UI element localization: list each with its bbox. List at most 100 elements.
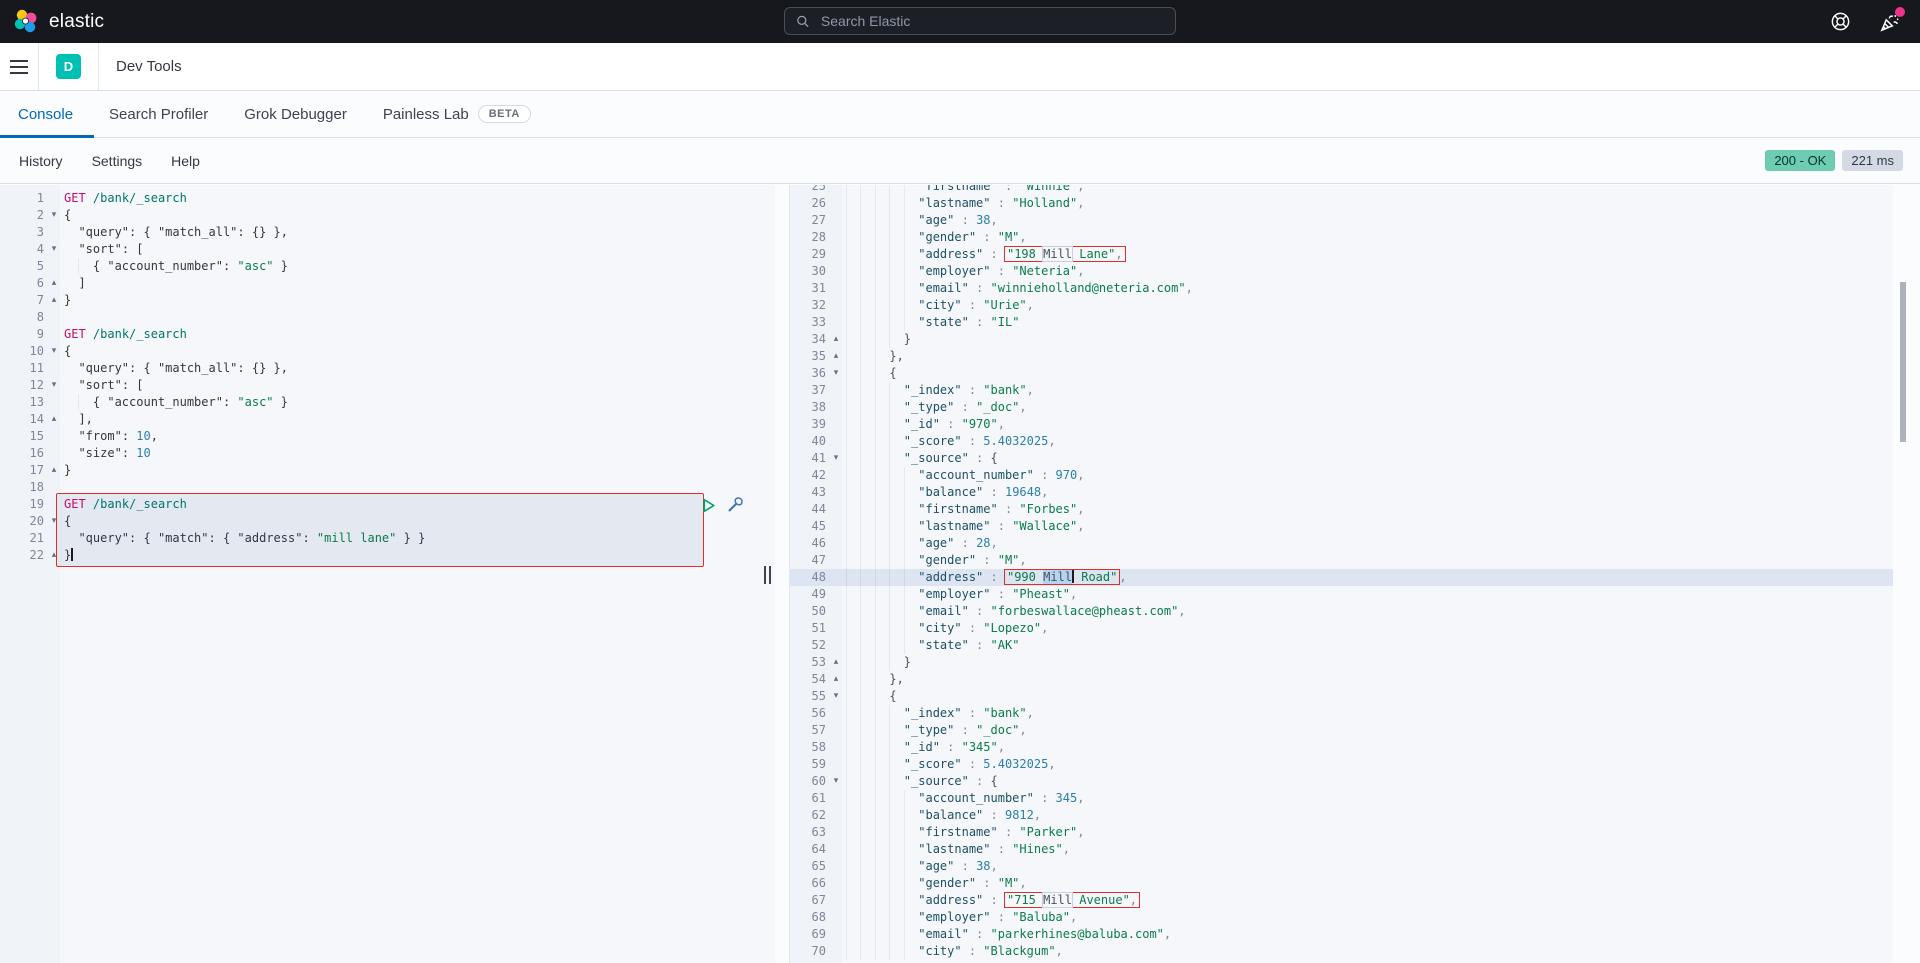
code-segment: , xyxy=(1130,893,1137,907)
elastic-logo-icon xyxy=(13,9,39,35)
fold-close-icon[interactable]: ▴ xyxy=(44,292,64,309)
fold-close-icon[interactable]: ▴ xyxy=(826,671,846,688)
indent-guide xyxy=(889,246,890,263)
fold-open-icon[interactable]: ▾ xyxy=(44,513,64,530)
indent-guide xyxy=(875,433,876,450)
line-number: 56 xyxy=(790,705,826,722)
newsfeed-button[interactable] xyxy=(1878,11,1900,33)
line-number: 31 xyxy=(790,280,826,297)
request-options-wrench-button[interactable] xyxy=(726,497,743,514)
indent-guide xyxy=(860,331,861,348)
indent-guide xyxy=(875,212,876,229)
send-request-play-button[interactable] xyxy=(700,497,717,514)
line-number: 8 xyxy=(0,309,44,326)
toolbar-menu-help[interactable]: Help xyxy=(171,153,200,169)
code-segment: : xyxy=(223,395,237,409)
code-segment: , xyxy=(1019,230,1026,244)
code-line-7: 7▴} xyxy=(0,292,775,309)
line-number: 22 xyxy=(0,547,44,564)
request-code-lines[interactable]: 1GET /bank/_search2▾{3 "query": { "match… xyxy=(0,185,775,564)
code-line-21: 21 "query": { "match": { "address": "mil… xyxy=(0,530,775,547)
code-text: "balance" : 19648, xyxy=(846,484,1893,501)
code-line-10: 10▾{ xyxy=(0,343,775,360)
indent-guide xyxy=(889,875,890,892)
tab-console[interactable]: Console xyxy=(18,106,73,123)
indent-guide xyxy=(875,688,876,705)
tab-search-profiler[interactable]: Search Profiler xyxy=(109,106,208,123)
code-segment: : { xyxy=(209,531,238,545)
response-viewer-panel[interactable]: 25 "firstname" : "Winnie",26 "lastname" … xyxy=(790,185,1893,963)
code-segment xyxy=(846,185,918,193)
fold-close-icon[interactable]: ▴ xyxy=(44,547,64,564)
indent-guide xyxy=(875,841,876,858)
request-editor-panel[interactable]: 1GET /bank/_search2▾{3 "query": { "match… xyxy=(0,185,775,963)
fold-open-icon[interactable]: ▾ xyxy=(44,207,64,224)
code-segment: : xyxy=(991,519,1013,533)
code-segment: "firstname" xyxy=(918,825,997,839)
tab-grok-debugger[interactable]: Grok Debugger xyxy=(244,106,347,123)
indent-guide xyxy=(904,484,905,501)
code-segment: : xyxy=(969,638,991,652)
code-line-34: 34▴ } xyxy=(790,331,1893,348)
code-segment: "lastname" xyxy=(918,519,990,533)
fold-open-icon[interactable]: ▾ xyxy=(44,377,64,394)
code-segment: 10 xyxy=(136,446,150,460)
tab-painless-lab[interactable]: Painless LabBETA xyxy=(383,105,531,123)
fold-spacer xyxy=(826,399,846,416)
code-segment xyxy=(846,485,918,499)
panel-resize-handle[interactable] xyxy=(764,566,771,584)
code-text: "age" : 28, xyxy=(846,535,1893,552)
code-segment: , xyxy=(1019,553,1026,567)
indent-guide xyxy=(875,807,876,824)
line-number: 26 xyxy=(790,195,826,212)
indent-guide xyxy=(860,586,861,603)
code-segment: , xyxy=(1077,185,1084,193)
fold-open-icon[interactable]: ▾ xyxy=(826,773,846,790)
fold-close-icon[interactable]: ▴ xyxy=(44,275,64,292)
code-segment: : xyxy=(954,859,976,873)
code-segment: "parkerhines@baluba.com" xyxy=(991,927,1164,941)
fold-spacer xyxy=(826,416,846,433)
fold-open-icon[interactable]: ▾ xyxy=(826,365,846,382)
indent-guide xyxy=(875,399,876,416)
fold-spacer xyxy=(44,326,64,343)
line-number: 5 xyxy=(0,258,44,275)
code-line-47: 47 "gender" : "M", xyxy=(790,552,1893,569)
indent-guide xyxy=(889,501,890,518)
indent-guide xyxy=(846,841,847,858)
indent-guide xyxy=(860,756,861,773)
fold-close-icon[interactable]: ▴ xyxy=(44,411,64,428)
indent-guide xyxy=(889,824,890,841)
nav-menu-button[interactable] xyxy=(0,43,38,90)
response-scrollbar-thumb[interactable] xyxy=(1900,282,1906,442)
indent-guide xyxy=(846,824,847,841)
fold-close-icon[interactable]: ▴ xyxy=(826,348,846,365)
code-segment: "firstname" xyxy=(918,502,997,516)
indent-guide xyxy=(860,569,861,586)
fold-open-icon[interactable]: ▾ xyxy=(826,450,846,467)
indent-guide xyxy=(846,212,847,229)
indent-guide xyxy=(860,535,861,552)
help-button[interactable] xyxy=(1829,11,1851,33)
toolbar-menu-history[interactable]: History xyxy=(19,153,63,169)
toolbar-menu-settings[interactable]: Settings xyxy=(92,153,143,169)
line-number: 10 xyxy=(0,343,44,360)
fold-open-icon[interactable]: ▾ xyxy=(44,241,64,258)
indent-guide xyxy=(846,518,847,535)
app-icon-badge[interactable]: D xyxy=(56,54,81,79)
fold-open-icon[interactable]: ▾ xyxy=(44,343,64,360)
code-segment: : xyxy=(954,400,976,414)
indent-guide xyxy=(889,280,890,297)
code-segment: 5.4032025 xyxy=(983,434,1048,448)
fold-close-icon[interactable]: ▴ xyxy=(826,331,846,348)
search-input[interactable] xyxy=(819,12,1164,30)
global-search-bar[interactable] xyxy=(784,7,1176,35)
fold-close-icon[interactable]: ▴ xyxy=(44,462,64,479)
elastic-brand[interactable]: elastic xyxy=(0,9,104,35)
fold-open-icon[interactable]: ▾ xyxy=(826,688,846,705)
indent-guide xyxy=(889,212,890,229)
notification-dot xyxy=(1895,7,1905,17)
fold-close-icon[interactable]: ▴ xyxy=(826,654,846,671)
code-segment: "_source" xyxy=(904,774,969,788)
line-number: 13 xyxy=(0,394,44,411)
